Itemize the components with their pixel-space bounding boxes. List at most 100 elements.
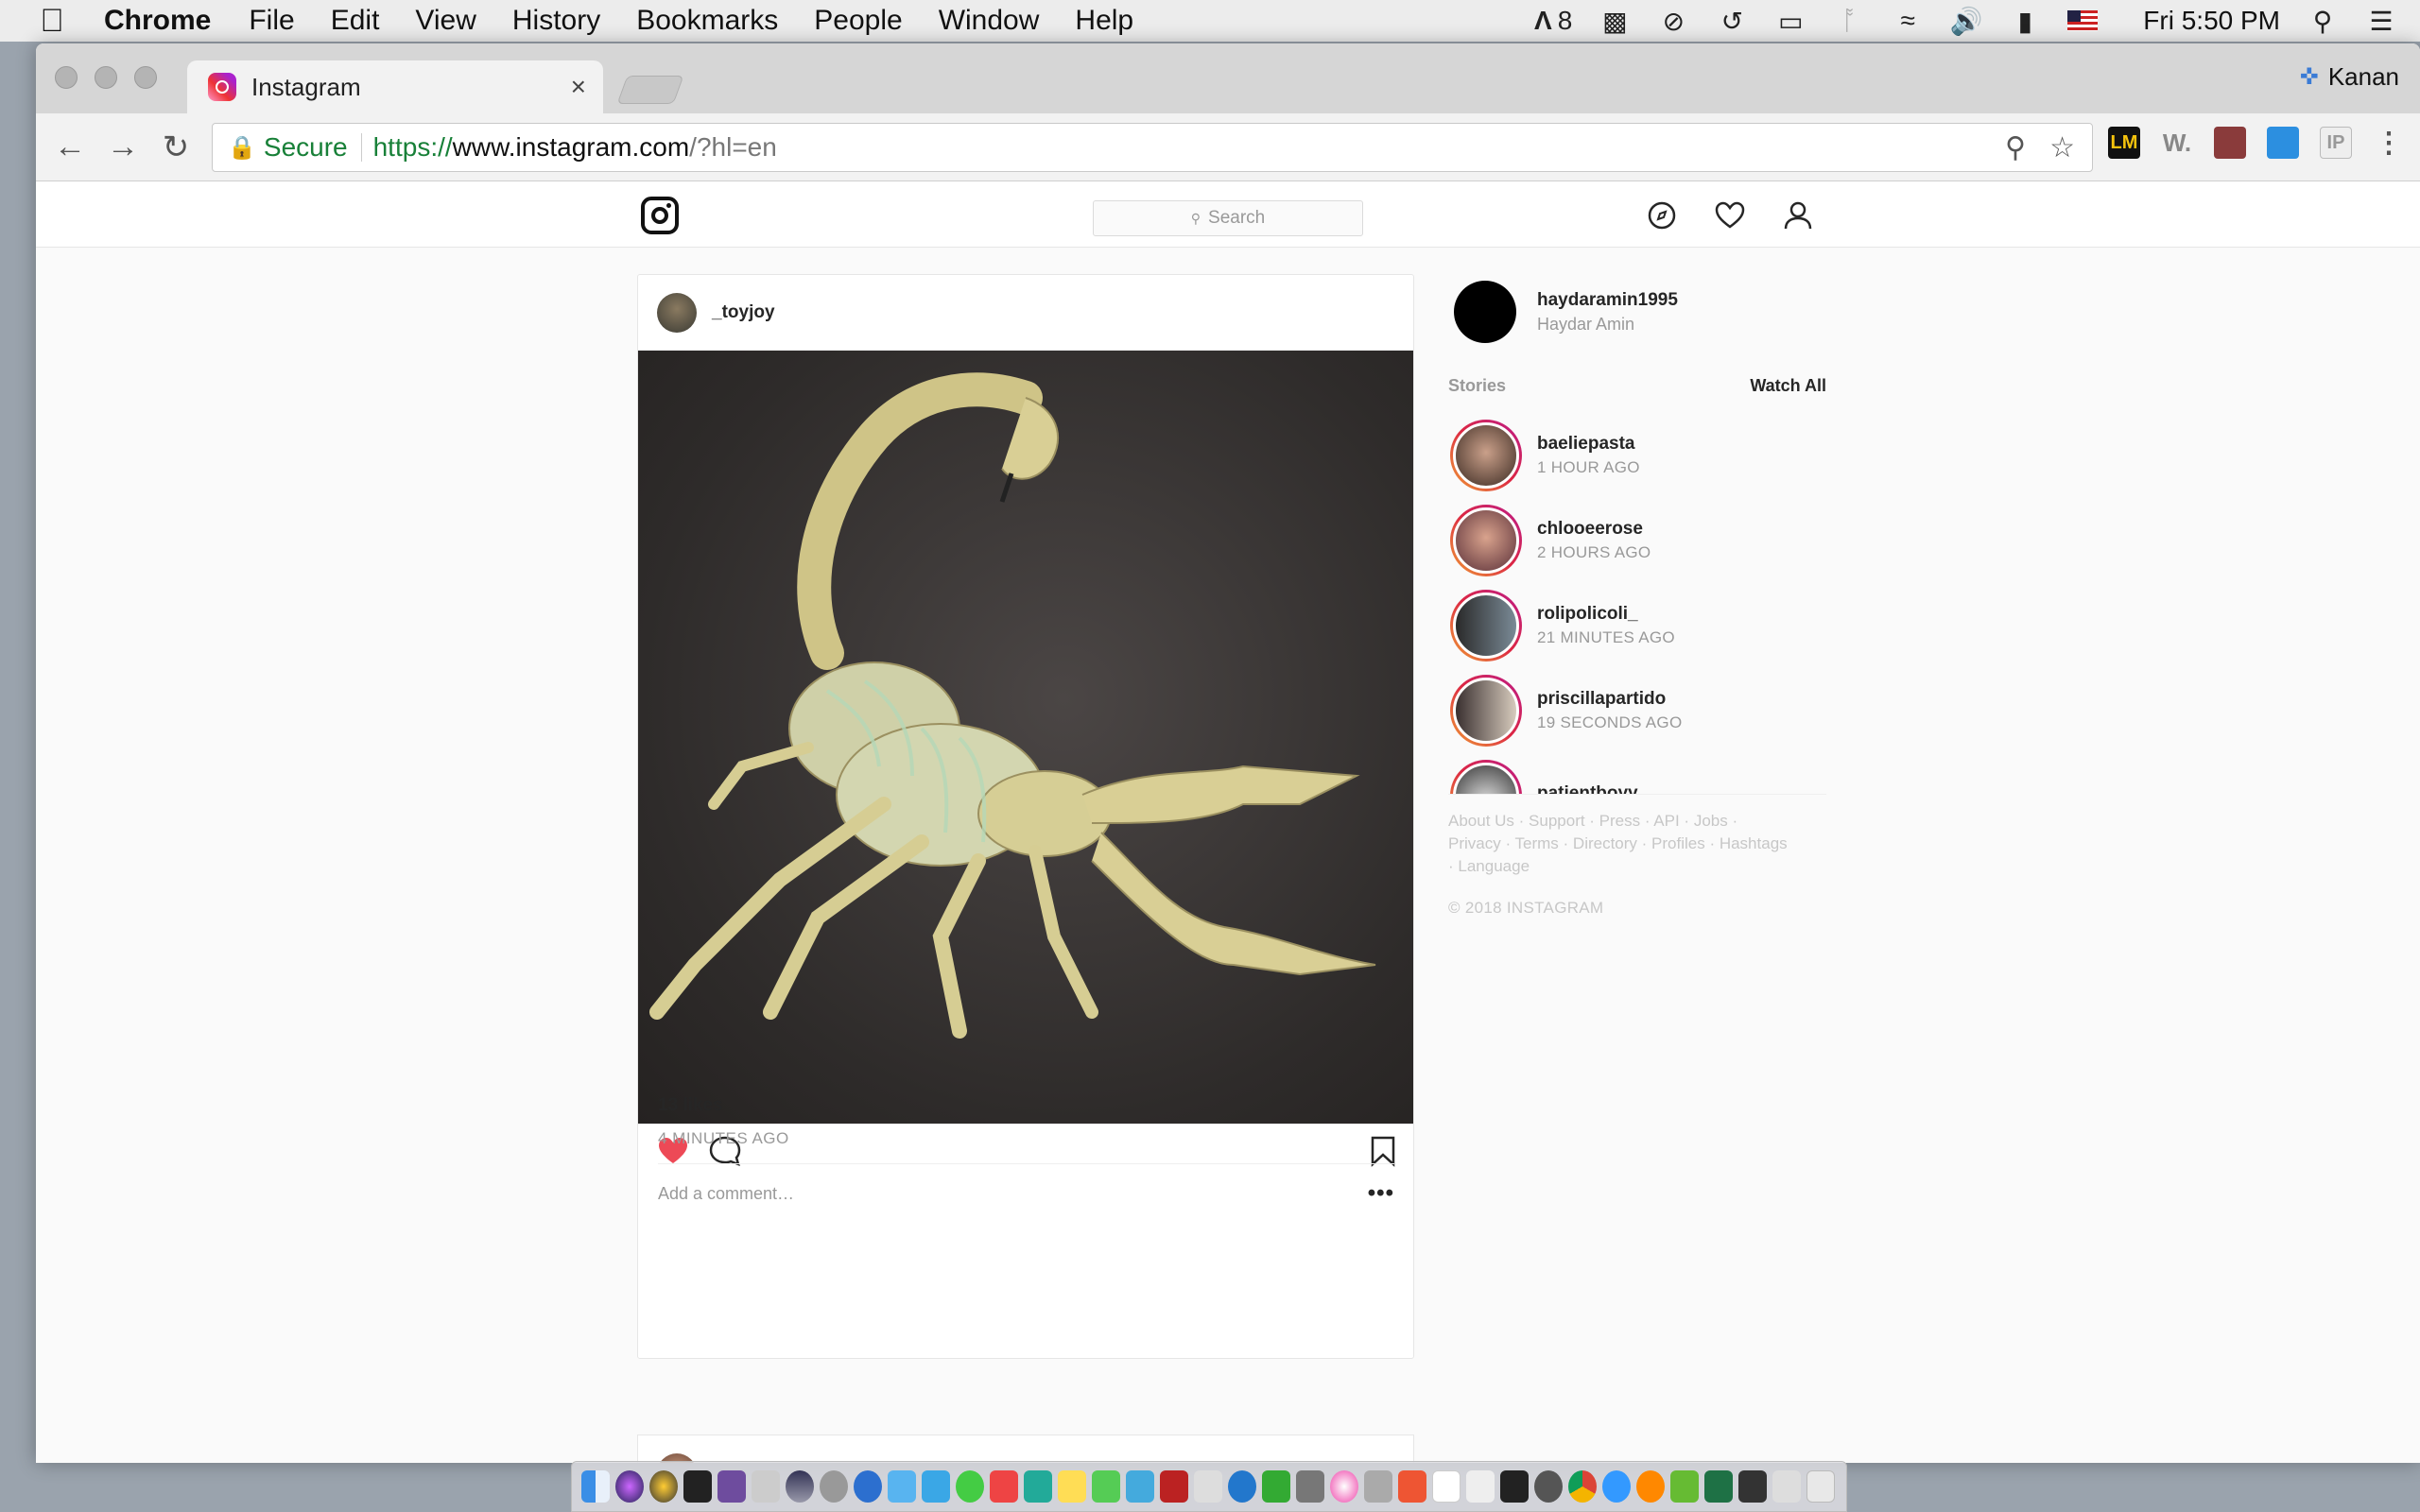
app-icon[interactable]	[1602, 1470, 1631, 1503]
app-icon[interactable]	[649, 1470, 678, 1503]
app-icon[interactable]	[1058, 1470, 1086, 1503]
reload-icon[interactable]: ↻	[149, 129, 202, 166]
app-icon[interactable]	[1364, 1470, 1392, 1503]
notification-center-icon[interactable]: ☰	[2365, 7, 2397, 36]
excel-icon[interactable]	[1704, 1470, 1733, 1503]
minimize-window-button[interactable]	[95, 66, 117, 89]
trash-icon[interactable]	[1806, 1470, 1835, 1503]
do-not-disturb-icon[interactable]: ⊘	[1657, 7, 1689, 36]
lm-extension-icon[interactable]: LM	[2108, 127, 2140, 159]
post-author-avatar[interactable]	[657, 292, 697, 333]
explore-compass-icon[interactable]	[1645, 198, 1679, 232]
menu-file[interactable]: File	[249, 5, 294, 37]
menu-view[interactable]: View	[415, 5, 475, 37]
bluetooth-icon[interactable]: ᚩ	[1833, 6, 1865, 35]
post-author-username[interactable]: _toyjoy	[712, 302, 775, 323]
finder-icon[interactable]	[581, 1470, 610, 1503]
menu-app-name[interactable]: Chrome	[104, 5, 211, 37]
post-timestamp[interactable]: 4 MINUTES AGO	[658, 1129, 789, 1148]
close-tab-icon[interactable]: ×	[571, 72, 586, 102]
menu-window[interactable]: Window	[939, 5, 1040, 37]
zoom-window-button[interactable]	[134, 66, 157, 89]
app-icon[interactable]	[1024, 1470, 1052, 1503]
app-icon[interactable]	[1228, 1470, 1256, 1503]
time-machine-icon[interactable]: ↺	[1716, 7, 1748, 36]
menu-history[interactable]: History	[512, 5, 600, 37]
app-icon[interactable]	[820, 1470, 848, 1503]
stories-list[interactable]: baeliepasta 1 HOUR AGO chlooeerose 2 HOURS…	[1448, 413, 1826, 795]
activity-heart-icon[interactable]	[1713, 198, 1747, 232]
display-icon[interactable]: ▩	[1599, 7, 1631, 36]
app-icon[interactable]	[1092, 1470, 1120, 1503]
chrome-icon[interactable]	[1568, 1470, 1597, 1503]
back-arrow-icon[interactable]: ←	[43, 129, 96, 165]
terminal-icon[interactable]	[1500, 1470, 1529, 1503]
battery-icon[interactable]: ▮	[2009, 7, 2041, 36]
story-item[interactable]: priscillapartido 19 SECONDS AGO	[1448, 668, 1826, 753]
app-icon[interactable]	[1738, 1470, 1767, 1503]
story-item[interactable]: rolipolicoli_ 21 MINUTES AGO	[1448, 583, 1826, 668]
app-icon[interactable]	[1296, 1470, 1324, 1503]
app-icon[interactable]	[1262, 1470, 1290, 1503]
story-item[interactable]: chlooeerose 2 HOURS AGO	[1448, 498, 1826, 583]
post-image[interactable]	[638, 351, 1413, 1124]
input-source-flag-icon[interactable]	[2067, 10, 2099, 31]
github-icon[interactable]	[717, 1470, 746, 1503]
menu-edit[interactable]: Edit	[331, 5, 380, 37]
profile-user-icon[interactable]	[1781, 198, 1815, 232]
menu-people[interactable]: People	[814, 5, 902, 37]
app-icon[interactable]	[1534, 1470, 1563, 1503]
app-icon[interactable]	[922, 1470, 950, 1503]
menu-help[interactable]: Help	[1075, 5, 1133, 37]
forward-arrow-icon[interactable]: →	[96, 129, 149, 165]
tab-instagram[interactable]: Instagram ×	[187, 60, 603, 113]
menu-bookmarks[interactable]: Bookmarks	[636, 5, 778, 37]
wifi-icon[interactable]: ≈	[1892, 6, 1924, 35]
chrome-menu-icon[interactable]: ⋮	[2373, 127, 2405, 159]
app-icon[interactable]	[1398, 1470, 1426, 1503]
adobe-icon[interactable]: Λ8	[1534, 6, 1572, 35]
app-icon[interactable]	[1670, 1470, 1699, 1503]
search-input[interactable]: ⚲ Search	[1093, 200, 1363, 236]
app-icon[interactable]	[956, 1470, 984, 1503]
window-extension-icon[interactable]	[2267, 127, 2299, 159]
zoom-icon[interactable]: ⚲	[2005, 131, 2026, 164]
apple-menu-icon[interactable]: 	[0, 3, 104, 40]
app-icon[interactable]	[1194, 1470, 1222, 1503]
spotlight-search-icon[interactable]: ⚲	[2307, 7, 2339, 36]
instagram-logo-icon[interactable]	[641, 197, 679, 234]
launchpad-icon[interactable]	[752, 1470, 780, 1503]
siri-icon[interactable]	[615, 1470, 644, 1503]
r-icon[interactable]	[854, 1470, 882, 1503]
watch-all-button[interactable]: Watch All	[1750, 376, 1826, 396]
address-bar[interactable]: 🔒 Secure https:// www.instagram.com /?hl…	[212, 123, 2093, 172]
app-icon[interactable]	[786, 1470, 814, 1503]
close-window-button[interactable]	[55, 66, 78, 89]
new-tab-button[interactable]	[616, 76, 684, 104]
story-item[interactable]: baeliepasta 1 HOUR AGO	[1448, 413, 1826, 498]
footer-links[interactable]: About Us · Support · Press · API · Jobs …	[1448, 810, 1789, 878]
save-bookmark-icon[interactable]	[1370, 1135, 1396, 1176]
menubar-clock[interactable]: Fri 5:50 PM	[2143, 6, 2280, 36]
app-icon[interactable]	[683, 1470, 712, 1503]
ip-extension-icon[interactable]: IP	[2320, 127, 2352, 159]
app-icon[interactable]	[1126, 1470, 1154, 1503]
current-user-username[interactable]: haydaramin1995	[1537, 290, 1678, 311]
screen-extension-icon[interactable]	[2214, 127, 2246, 159]
calendar-icon[interactable]	[1432, 1470, 1461, 1503]
w-extension-icon[interactable]: W.	[2161, 127, 2193, 159]
app-icon[interactable]	[888, 1470, 916, 1503]
airplay-icon[interactable]: ▭	[1774, 7, 1806, 36]
app-icon[interactable]	[1772, 1470, 1801, 1503]
likes-count[interactable]: 13 likes	[658, 1095, 723, 1116]
story-item[interactable]: patientboyy	[1448, 753, 1826, 794]
itunes-icon[interactable]	[1330, 1470, 1358, 1503]
app-icon[interactable]	[1466, 1470, 1495, 1503]
more-options-icon[interactable]: •••	[1368, 1180, 1394, 1207]
profile-button[interactable]: ✜ Kanan	[2300, 62, 2399, 92]
app-icon[interactable]	[1636, 1470, 1665, 1503]
current-user-avatar[interactable]	[1454, 281, 1516, 343]
bookmark-star-icon[interactable]: ☆	[2049, 131, 2075, 164]
volume-icon[interactable]: 🔊	[1950, 7, 1983, 36]
filezilla-icon[interactable]	[1160, 1470, 1188, 1503]
